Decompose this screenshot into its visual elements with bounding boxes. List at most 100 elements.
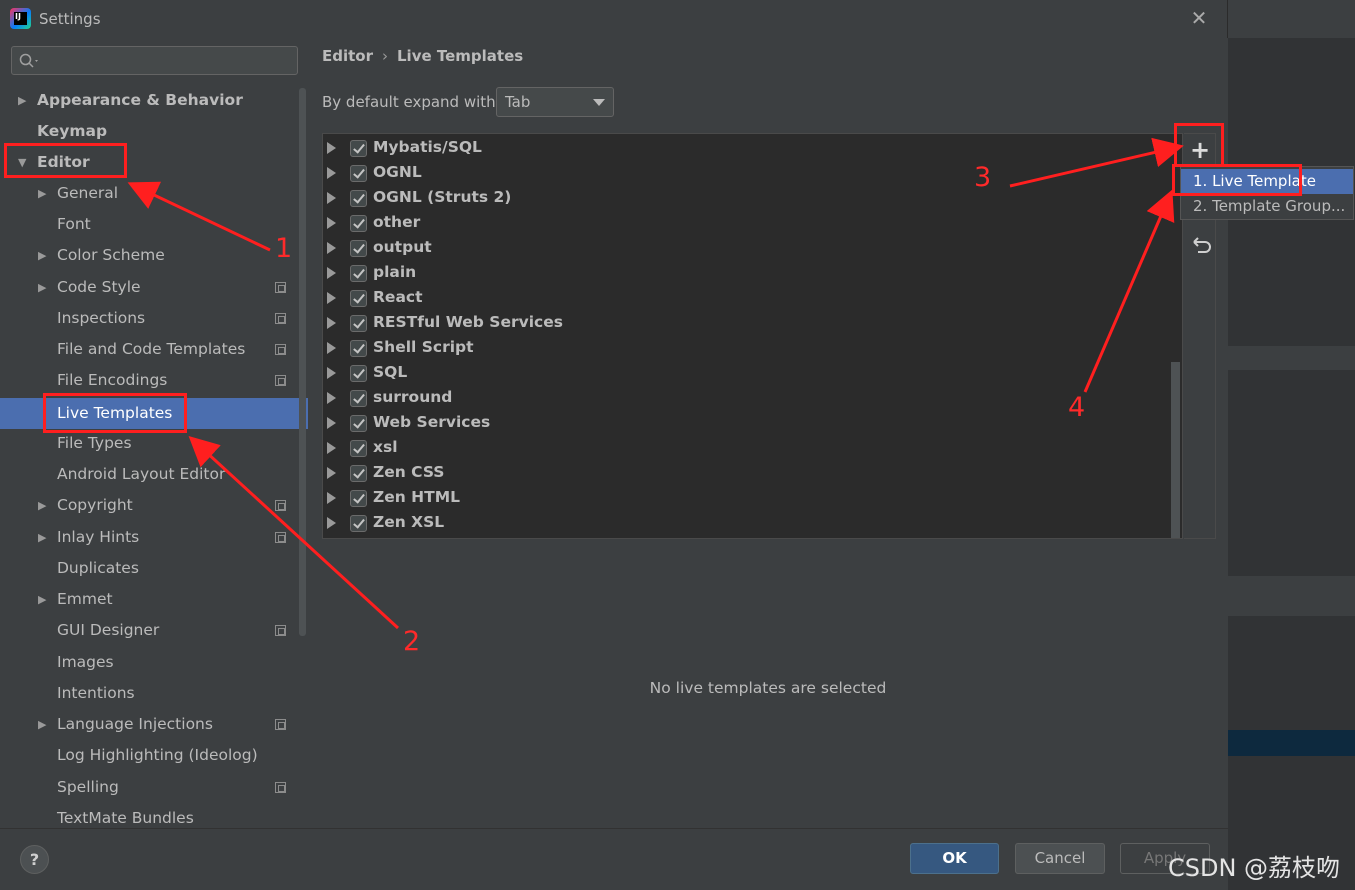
chevron-right-icon: ▶ (38, 187, 47, 200)
group-checkbox[interactable] (350, 165, 367, 182)
breadcrumb-separator: › (382, 47, 388, 65)
template-group-row[interactable]: Zen CSS (323, 461, 1173, 486)
project-settings-icon (275, 625, 286, 636)
sidebar-item-appearance-behavior[interactable]: ▶ Appearance & Behavior (0, 85, 308, 116)
sidebar-item-file-encodings[interactable]: File Encodings (0, 365, 308, 396)
sidebar-item-duplicates[interactable]: Duplicates (0, 553, 308, 584)
group-checkbox[interactable] (350, 240, 367, 257)
annotation-box-live-template-item (1172, 164, 1302, 196)
template-group-row[interactable]: RESTful Web Services (323, 311, 1173, 336)
group-checkbox[interactable] (350, 215, 367, 232)
group-checkbox[interactable] (350, 440, 367, 457)
expand-arrow-icon[interactable] (327, 242, 336, 254)
expand-arrow-icon[interactable] (327, 142, 336, 154)
sidebar-item-gui-designer[interactable]: GUI Designer (0, 615, 308, 646)
help-button[interactable]: ? (20, 845, 49, 874)
sidebar-item-general[interactable]: ▶ General (0, 178, 308, 209)
dropdown-arrow-icon (593, 99, 605, 106)
group-checkbox[interactable] (350, 290, 367, 307)
empty-state-message: No live templates are selected (649, 679, 887, 697)
template-group-row[interactable]: Shell Script (323, 336, 1173, 361)
group-checkbox[interactable] (350, 265, 367, 282)
sidebar-item-log-highlighting[interactable]: Log Highlighting (Ideolog) (0, 740, 308, 771)
template-group-row[interactable]: React (323, 286, 1173, 311)
project-settings-icon (275, 532, 286, 543)
sidebar-item-inlay-hints[interactable]: ▶ Inlay Hints (0, 522, 308, 553)
chevron-right-icon: ▶ (38, 593, 47, 606)
template-group-tree: Mybatis/SQL OGNL OGNL (Struts 2) other o (322, 133, 1183, 539)
group-checkbox[interactable] (350, 515, 367, 532)
sidebar-item-font[interactable]: Font (0, 209, 308, 240)
template-group-row[interactable]: Web Services (323, 411, 1173, 436)
breadcrumb: Editor › Live Templates (322, 47, 523, 65)
template-group-row[interactable]: surround (323, 386, 1173, 411)
breadcrumb-parent[interactable]: Editor (322, 47, 373, 65)
sidebar-item-intentions[interactable]: Intentions (0, 678, 308, 709)
sidebar-item-color-scheme[interactable]: ▶ Color Scheme (0, 240, 308, 271)
breadcrumb-current: Live Templates (397, 47, 524, 65)
cancel-button[interactable]: Cancel (1015, 843, 1105, 874)
sidebar-item-language-injections[interactable]: ▶ Language Injections (0, 709, 308, 740)
expand-arrow-icon[interactable] (327, 467, 336, 479)
group-checkbox[interactable] (350, 365, 367, 382)
template-group-row[interactable]: Zen HTML (323, 486, 1173, 511)
annotation-box-add-button (1174, 123, 1224, 167)
ok-button[interactable]: OK (910, 843, 999, 874)
expand-with-dropdown[interactable]: Tab (496, 87, 614, 117)
restore-defaults-button[interactable] (1186, 230, 1214, 260)
menu-item-template-group[interactable]: 2. Template Group... (1181, 194, 1353, 219)
group-checkbox[interactable] (350, 340, 367, 357)
expand-arrow-icon[interactable] (327, 267, 336, 279)
sidebar-item-spelling[interactable]: Spelling (0, 772, 308, 803)
expand-arrow-icon[interactable] (327, 517, 336, 529)
template-group-row[interactable]: xsl (323, 436, 1173, 461)
template-group-row[interactable]: plain (323, 261, 1173, 286)
annotation-number-4: 4 (1068, 392, 1086, 423)
close-icon[interactable]: ✕ (1188, 6, 1210, 32)
csdn-watermark: CSDN @荔枝吻 (1168, 854, 1341, 882)
group-checkbox[interactable] (350, 140, 367, 157)
template-group-row[interactable]: output (323, 236, 1173, 261)
annotation-number-2: 2 (403, 626, 421, 657)
expand-arrow-icon[interactable] (327, 417, 336, 429)
expand-arrow-icon[interactable] (327, 167, 336, 179)
chevron-right-icon: ▶ (38, 499, 47, 512)
expand-arrow-icon[interactable] (327, 192, 336, 204)
template-group-row[interactable]: Zen XSL (323, 511, 1173, 536)
expand-arrow-icon[interactable] (327, 442, 336, 454)
expand-arrow-icon[interactable] (327, 217, 336, 229)
template-group-row[interactable]: Mybatis/SQL (323, 136, 1173, 161)
template-group-row[interactable]: OGNL (Struts 2) (323, 186, 1173, 211)
group-checkbox[interactable] (350, 415, 367, 432)
sidebar-item-android-layout-editor[interactable]: Android Layout Editor (0, 459, 308, 490)
expand-arrow-icon[interactable] (327, 492, 336, 504)
sidebar-item-emmet[interactable]: ▶ Emmet (0, 584, 308, 615)
sidebar-scrollbar[interactable] (299, 88, 306, 636)
expand-arrow-icon[interactable] (327, 317, 336, 329)
expand-with-value: Tab (505, 93, 531, 111)
window-title: Settings (39, 10, 101, 28)
tree-scrollbar[interactable] (1171, 362, 1180, 538)
sidebar-item-file-code-templates[interactable]: File and Code Templates (0, 334, 308, 365)
group-checkbox[interactable] (350, 315, 367, 332)
title-bar: IJ Settings ✕ (0, 0, 1228, 38)
annotation-number-1: 1 (275, 233, 293, 264)
expand-arrow-icon[interactable] (327, 392, 336, 404)
annotation-number-3: 3 (974, 162, 992, 193)
expand-arrow-icon[interactable] (327, 342, 336, 354)
expand-arrow-icon[interactable] (327, 367, 336, 379)
group-checkbox[interactable] (350, 465, 367, 482)
group-checkbox[interactable] (350, 190, 367, 207)
template-group-row[interactable]: other (323, 211, 1173, 236)
template-group-row[interactable]: SQL (323, 361, 1173, 386)
group-checkbox[interactable] (350, 490, 367, 507)
settings-search-input[interactable] (11, 46, 298, 75)
template-group-row[interactable]: OGNL (323, 161, 1173, 186)
expand-arrow-icon[interactable] (327, 292, 336, 304)
sidebar-item-inspections[interactable]: Inspections (0, 303, 308, 334)
sidebar-item-copyright[interactable]: ▶ Copyright (0, 490, 308, 521)
sidebar-item-code-style[interactable]: ▶ Code Style (0, 272, 308, 303)
sidebar-item-images[interactable]: Images (0, 647, 308, 678)
chevron-right-icon: ▶ (38, 281, 47, 294)
group-checkbox[interactable] (350, 390, 367, 407)
